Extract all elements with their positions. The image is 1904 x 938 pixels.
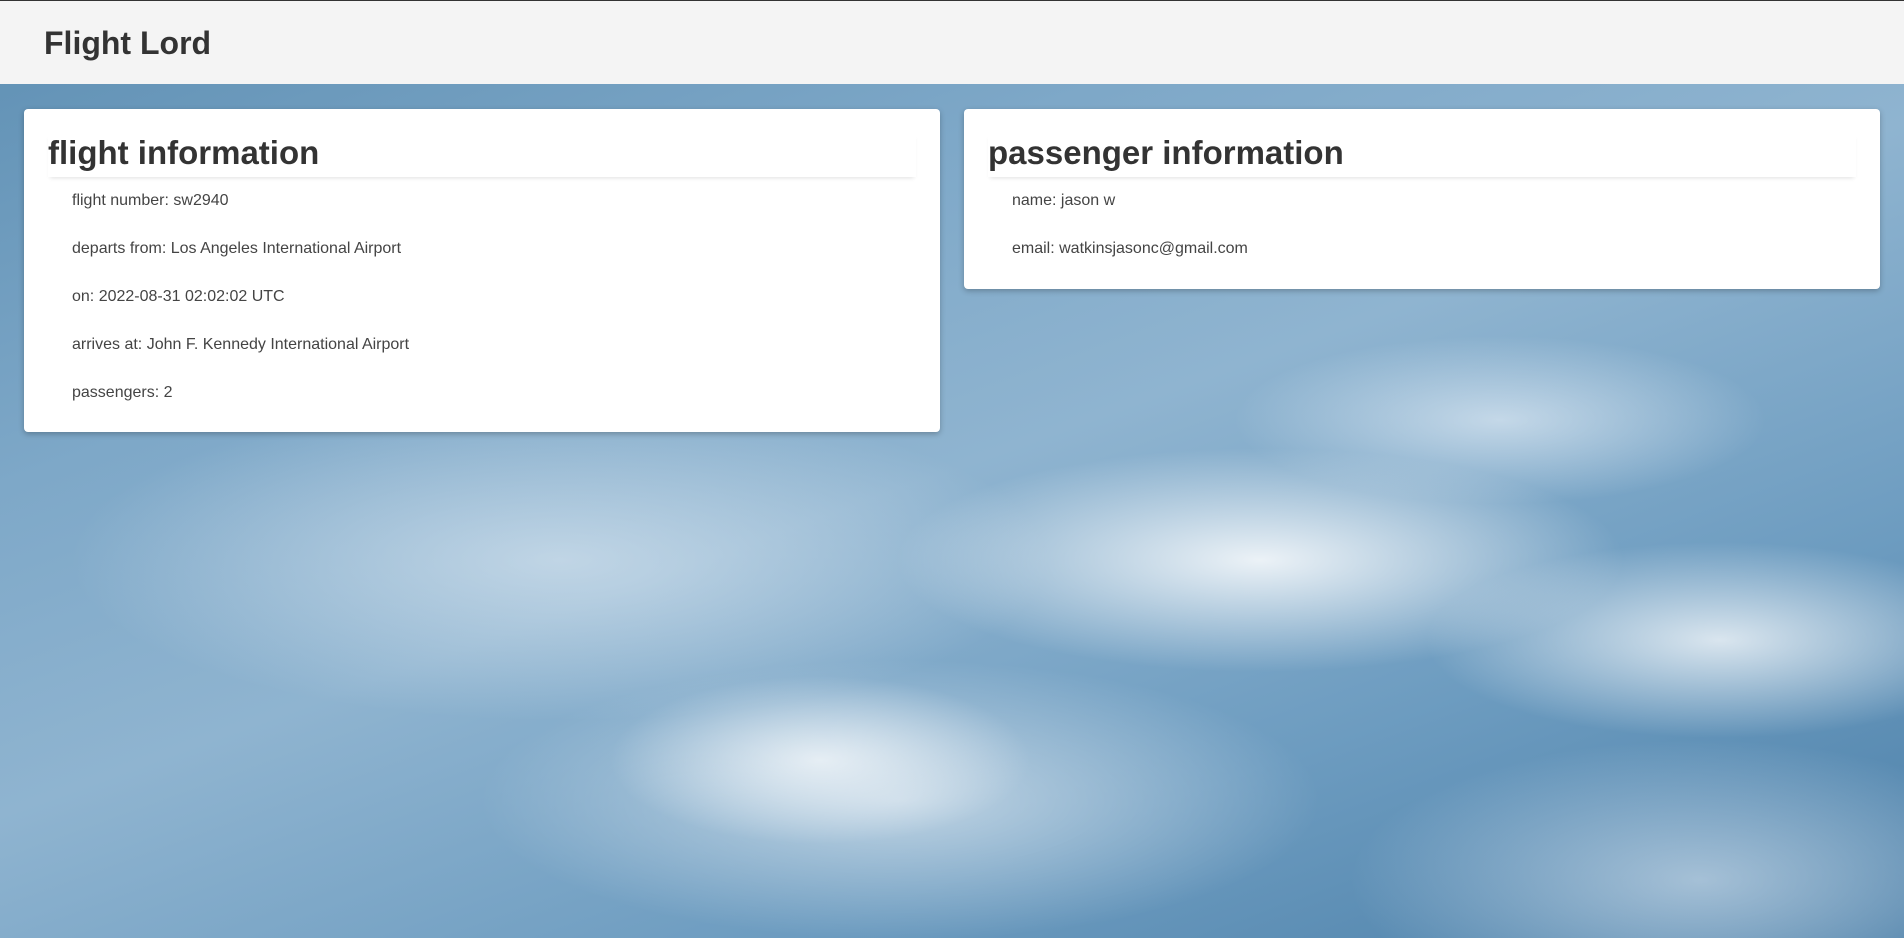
passenger-information-body: name: jason w email: watkinsjasonc@gmail… <box>964 177 1880 287</box>
arrival-airport-field: arrives at: John F. Kennedy Internationa… <box>72 336 410 353</box>
flight-information-card: flight information flight number: sw2940… <box>24 109 940 432</box>
departure-time-field: on: 2022-08-31 02:02:02 UTC <box>72 288 285 305</box>
departure-airport-field: departs from: Los Angeles International … <box>72 240 402 257</box>
top-navbar: Flight Lord <box>0 0 1904 84</box>
flight-information-title: flight information <box>48 133 916 177</box>
passenger-information-card: passenger information name: jason w emai… <box>964 109 1880 289</box>
passenger-information-title: passenger information <box>988 133 1856 177</box>
brand-logo-link[interactable]: Flight Lord <box>44 25 211 62</box>
passenger-count-field: passengers: 2 <box>72 384 173 401</box>
passenger-name-field: name: jason w <box>1012 192 1116 209</box>
passenger-email-field: email: watkinsjasonc@gmail.com <box>1012 240 1248 257</box>
flight-number-field: flight number: sw2940 <box>72 192 229 209</box>
flight-information-body: flight number: sw2940 departs from: Los … <box>24 177 940 431</box>
